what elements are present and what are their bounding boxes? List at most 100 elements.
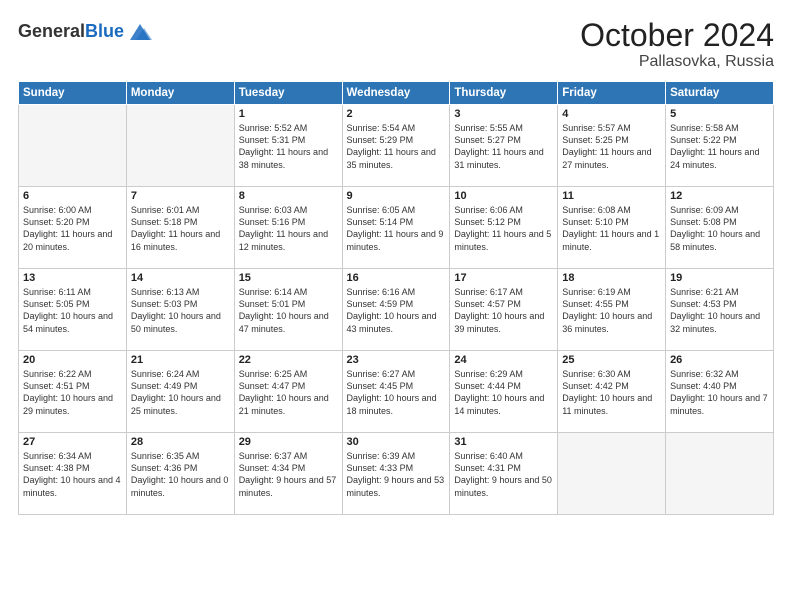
calendar-cell <box>666 433 774 515</box>
day-info: Sunrise: 5:55 AMSunset: 5:27 PMDaylight:… <box>454 122 553 171</box>
day-info: Sunrise: 6:19 AMSunset: 4:55 PMDaylight:… <box>562 286 661 335</box>
day-info: Sunrise: 6:27 AMSunset: 4:45 PMDaylight:… <box>347 368 446 417</box>
day-info: Sunrise: 6:34 AMSunset: 4:38 PMDaylight:… <box>23 450 122 499</box>
day-info: Sunrise: 6:11 AMSunset: 5:05 PMDaylight:… <box>23 286 122 335</box>
day-number: 21 <box>131 354 230 366</box>
day-info: Sunrise: 6:37 AMSunset: 4:34 PMDaylight:… <box>239 450 338 499</box>
day-number: 14 <box>131 272 230 284</box>
day-info: Sunrise: 5:54 AMSunset: 5:29 PMDaylight:… <box>347 122 446 171</box>
calendar-week-3: 13 Sunrise: 6:11 AMSunset: 5:05 PMDayligh… <box>19 269 774 351</box>
day-number: 12 <box>670 190 769 202</box>
day-number: 25 <box>562 354 661 366</box>
calendar-cell: 10 Sunrise: 6:06 AMSunset: 5:12 PMDayligh… <box>450 187 558 269</box>
calendar-cell: 9Sunrise: 6:05 AMSunset: 5:14 PMDaylight… <box>342 187 450 269</box>
calendar-cell: 29 Sunrise: 6:37 AMSunset: 4:34 PMDayligh… <box>234 433 342 515</box>
calendar-cell: 21 Sunrise: 6:24 AMSunset: 4:49 PMDayligh… <box>126 351 234 433</box>
calendar-cell: 3 Sunrise: 5:55 AMSunset: 5:27 PMDaylight… <box>450 105 558 187</box>
day-number: 20 <box>23 354 122 366</box>
day-info: Sunrise: 6:16 AMSunset: 4:59 PMDaylight:… <box>347 286 446 335</box>
month-title: October 2024 <box>580 18 774 53</box>
day-info: Sunrise: 6:00 AMSunset: 5:20 PMDaylight:… <box>23 204 122 253</box>
calendar-cell: 24Sunrise: 6:29 AMSunset: 4:44 PMDayligh… <box>450 351 558 433</box>
day-number: 5 <box>670 108 769 120</box>
day-number: 28 <box>131 436 230 448</box>
calendar-cell: 28Sunrise: 6:35 AMSunset: 4:36 PMDayligh… <box>126 433 234 515</box>
calendar-cell: 14 Sunrise: 6:13 AMSunset: 5:03 PMDayligh… <box>126 269 234 351</box>
calendar-table: SundayMondayTuesdayWednesdayThursdayFrid… <box>18 81 774 515</box>
day-number: 4 <box>562 108 661 120</box>
day-number: 11 <box>562 190 661 202</box>
day-info: Sunrise: 6:03 AMSunset: 5:16 PMDaylight:… <box>239 204 338 253</box>
day-info: Sunrise: 6:24 AMSunset: 4:49 PMDaylight:… <box>131 368 230 417</box>
calendar-cell: 11Sunrise: 6:08 AMSunset: 5:10 PMDayligh… <box>558 187 666 269</box>
day-info: Sunrise: 5:52 AMSunset: 5:31 PMDaylight:… <box>239 122 338 171</box>
calendar-cell: 27 Sunrise: 6:34 AMSunset: 4:38 PMDayligh… <box>19 433 127 515</box>
weekday-header-monday: Monday <box>126 82 234 105</box>
day-number: 9 <box>347 190 446 202</box>
calendar-cell: 16 Sunrise: 6:16 AMSunset: 4:59 PMDayligh… <box>342 269 450 351</box>
calendar-cell <box>558 433 666 515</box>
calendar-cell: 4 Sunrise: 5:57 AMSunset: 5:25 PMDaylight… <box>558 105 666 187</box>
day-number: 1 <box>239 108 338 120</box>
calendar-cell: 18 Sunrise: 6:19 AMSunset: 4:55 PMDayligh… <box>558 269 666 351</box>
calendar-week-5: 27 Sunrise: 6:34 AMSunset: 4:38 PMDayligh… <box>19 433 774 515</box>
day-number: 26 <box>670 354 769 366</box>
day-info: Sunrise: 6:30 AMSunset: 4:42 PMDaylight:… <box>562 368 661 417</box>
day-number: 31 <box>454 436 553 448</box>
day-info: Sunrise: 6:14 AMSunset: 5:01 PMDaylight:… <box>239 286 338 335</box>
day-info: Sunrise: 5:58 AMSunset: 5:22 PMDaylight:… <box>670 122 769 171</box>
day-info: Sunrise: 5:57 AMSunset: 5:25 PMDaylight:… <box>562 122 661 171</box>
header: GeneralBlue October 2024 Pallasovka, Rus… <box>18 18 774 71</box>
day-number: 15 <box>239 272 338 284</box>
calendar-cell <box>19 105 127 187</box>
day-number: 13 <box>23 272 122 284</box>
calendar-cell: 12 Sunrise: 6:09 AMSunset: 5:08 PMDayligh… <box>666 187 774 269</box>
weekday-header-saturday: Saturday <box>666 82 774 105</box>
day-number: 27 <box>23 436 122 448</box>
calendar-cell: 6 Sunrise: 6:00 AMSunset: 5:20 PMDaylight… <box>19 187 127 269</box>
location-title: Pallasovka, Russia <box>580 53 774 71</box>
day-info: Sunrise: 6:06 AMSunset: 5:12 PMDaylight:… <box>454 204 553 253</box>
day-info: Sunrise: 6:29 AMSunset: 4:44 PMDaylight:… <box>454 368 553 417</box>
day-number: 29 <box>239 436 338 448</box>
day-info: Sunrise: 6:21 AMSunset: 4:53 PMDaylight:… <box>670 286 769 335</box>
calendar-cell: 23Sunrise: 6:27 AMSunset: 4:45 PMDayligh… <box>342 351 450 433</box>
calendar-cell: 5 Sunrise: 5:58 AMSunset: 5:22 PMDaylight… <box>666 105 774 187</box>
calendar-cell: 1 Sunrise: 5:52 AMSunset: 5:31 PMDaylight… <box>234 105 342 187</box>
calendar-cell: 19Sunrise: 6:21 AMSunset: 4:53 PMDayligh… <box>666 269 774 351</box>
day-number: 10 <box>454 190 553 202</box>
day-number: 18 <box>562 272 661 284</box>
weekday-header-friday: Friday <box>558 82 666 105</box>
day-info: Sunrise: 6:01 AMSunset: 5:18 PMDaylight:… <box>131 204 230 253</box>
calendar-cell: 30 Sunrise: 6:39 AMSunset: 4:33 PMDayligh… <box>342 433 450 515</box>
day-number: 16 <box>347 272 446 284</box>
day-info: Sunrise: 6:22 AMSunset: 4:51 PMDaylight:… <box>23 368 122 417</box>
day-info: Sunrise: 6:39 AMSunset: 4:33 PMDaylight:… <box>347 450 446 499</box>
calendar-cell: 17 Sunrise: 6:17 AMSunset: 4:57 PMDayligh… <box>450 269 558 351</box>
day-info: Sunrise: 6:09 AMSunset: 5:08 PMDaylight:… <box>670 204 769 253</box>
day-number: 30 <box>347 436 446 448</box>
calendar-cell: 25 Sunrise: 6:30 AMSunset: 4:42 PMDayligh… <box>558 351 666 433</box>
day-number: 8 <box>239 190 338 202</box>
logo-general-text: General <box>18 21 85 41</box>
calendar-cell: 13 Sunrise: 6:11 AMSunset: 5:05 PMDayligh… <box>19 269 127 351</box>
calendar-cell: 22Sunrise: 6:25 AMSunset: 4:47 PMDayligh… <box>234 351 342 433</box>
calendar-cell: 7 Sunrise: 6:01 AMSunset: 5:18 PMDaylight… <box>126 187 234 269</box>
day-number: 7 <box>131 190 230 202</box>
calendar-cell: 8 Sunrise: 6:03 AMSunset: 5:16 PMDaylight… <box>234 187 342 269</box>
day-number: 2 <box>347 108 446 120</box>
day-info: Sunrise: 6:17 AMSunset: 4:57 PMDaylight:… <box>454 286 553 335</box>
day-number: 17 <box>454 272 553 284</box>
calendar-week-1: 1 Sunrise: 5:52 AMSunset: 5:31 PMDaylight… <box>19 105 774 187</box>
weekday-header-thursday: Thursday <box>450 82 558 105</box>
day-number: 22 <box>239 354 338 366</box>
day-info: Sunrise: 6:13 AMSunset: 5:03 PMDaylight:… <box>131 286 230 335</box>
calendar-week-2: 6 Sunrise: 6:00 AMSunset: 5:20 PMDaylight… <box>19 187 774 269</box>
weekday-header-wednesday: Wednesday <box>342 82 450 105</box>
day-number: 3 <box>454 108 553 120</box>
calendar-cell: 15 Sunrise: 6:14 AMSunset: 5:01 PMDayligh… <box>234 269 342 351</box>
day-info: Sunrise: 6:40 AMSunset: 4:31 PMDaylight:… <box>454 450 553 499</box>
logo-blue-text: Blue <box>85 21 124 41</box>
day-number: 6 <box>23 190 122 202</box>
calendar-week-4: 20 Sunrise: 6:22 AMSunset: 4:51 PMDayligh… <box>19 351 774 433</box>
